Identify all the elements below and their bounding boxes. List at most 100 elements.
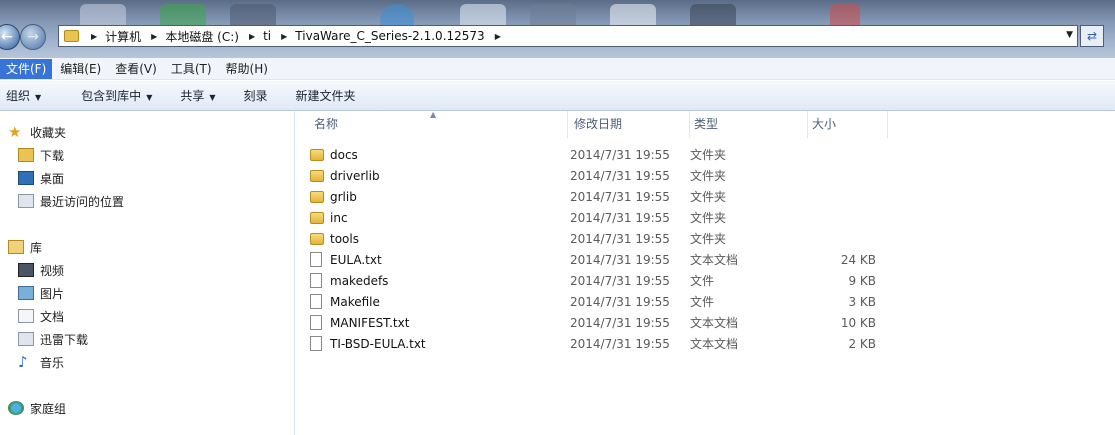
- sidebar-item-desktop[interactable]: 桌面: [18, 168, 64, 188]
- pictures-icon: [18, 286, 34, 300]
- sidebar-item-label: 家庭组: [30, 401, 67, 416]
- table-row[interactable]: TI-BSD-EULA.txt 2014/7/31 19:55 文本文档 2 KB: [310, 333, 890, 354]
- file-name: grlib: [330, 189, 357, 204]
- sidebar-item-label: 图片: [40, 286, 65, 301]
- file-name: makedefs: [330, 273, 389, 288]
- file-date: 2014/7/31 19:55: [570, 336, 670, 351]
- menu-tools[interactable]: 工具(T): [165, 59, 218, 79]
- file-type: 文件: [690, 295, 715, 309]
- breadcrumb-tivaware[interactable]: TivaWare_C_Series-2.1.0.12573: [295, 29, 484, 43]
- include-library-button[interactable]: 包含到库中 ▼: [75, 87, 158, 104]
- breadcrumb-local-disk[interactable]: 本地磁盘 (C:): [165, 28, 239, 45]
- desktop-icon: [18, 171, 34, 185]
- file-date: 2014/7/31 19:55: [570, 210, 670, 225]
- sidebar-item-label: 最近访问的位置: [40, 194, 125, 209]
- column-header-size[interactable]: 大小: [808, 111, 888, 138]
- file-date: 2014/7/31 19:55: [570, 294, 670, 309]
- text-file-icon: [310, 336, 322, 351]
- library-folder-icon: [18, 332, 34, 346]
- column-header-label: 修改日期: [574, 117, 623, 131]
- organize-button[interactable]: 组织 ▼: [0, 87, 47, 104]
- file-size: 10 KB: [840, 315, 876, 330]
- table-row[interactable]: EULA.txt 2014/7/31 19:55 文本文档 24 KB: [310, 249, 890, 270]
- sidebar-item-downloads[interactable]: 下载: [18, 145, 64, 165]
- burn-button[interactable]: 刻录: [238, 87, 274, 104]
- share-button[interactable]: 共享 ▼: [174, 87, 221, 104]
- organize-label: 组织: [6, 89, 31, 103]
- folder-icon: [310, 148, 324, 161]
- table-row[interactable]: grlib 2014/7/31 19:55 文件夹: [310, 186, 890, 207]
- breadcrumb-computer[interactable]: 计算机: [105, 28, 141, 45]
- chevron-right-icon[interactable]: ▶: [249, 32, 255, 41]
- chevron-down-icon[interactable]: ▼: [1066, 30, 1073, 40]
- navigation-pane: ★ 收藏夹 下载 桌面 最近访问的位置 库 视频 图片 文档 迅雷下载 ♪ 音乐…: [0, 111, 295, 435]
- music-icon: ♪: [18, 353, 28, 371]
- homegroup-icon: [8, 401, 24, 415]
- breadcrumb-ti[interactable]: ti: [263, 29, 271, 43]
- forward-button[interactable]: →: [20, 24, 46, 50]
- folder-icon: [310, 211, 324, 224]
- menu-edit[interactable]: 编辑(E): [54, 59, 107, 79]
- back-button[interactable]: ←: [0, 24, 20, 50]
- menu-file[interactable]: 文件(F): [0, 58, 53, 79]
- file-type: 文件夹: [690, 148, 727, 162]
- sidebar-item-music[interactable]: ♪ 音乐: [18, 352, 64, 372]
- file-size: 24 KB: [840, 252, 876, 267]
- table-row[interactable]: Makefile 2014/7/31 19:55 文件 3 KB: [310, 291, 890, 312]
- file-size: 3 KB: [848, 294, 876, 309]
- window-titlebar: ← → ▶ 计算机 ▶ 本地磁盘 (C:) ▶ ti ▶ TivaWare_C_…: [0, 0, 1115, 58]
- chevron-right-icon[interactable]: ▶: [495, 32, 501, 41]
- table-row[interactable]: docs 2014/7/31 19:55 文件夹: [310, 144, 890, 165]
- menu-help[interactable]: 帮助(H): [220, 59, 274, 79]
- refresh-button[interactable]: ⇄: [1080, 25, 1104, 47]
- command-toolbar: 组织 ▼ 包含到库中 ▼ 共享 ▼ 刻录 新建文件夹: [0, 81, 1115, 111]
- chevron-right-icon[interactable]: ▶: [281, 32, 287, 41]
- sidebar-item-favorites[interactable]: ★ 收藏夹: [8, 122, 66, 142]
- table-row[interactable]: tools 2014/7/31 19:55 文件夹: [310, 228, 890, 249]
- file-size: 9 KB: [848, 273, 876, 288]
- menu-view[interactable]: 查看(V): [109, 59, 163, 79]
- column-header-date[interactable]: 修改日期: [570, 111, 690, 138]
- table-row[interactable]: makedefs 2014/7/31 19:55 文件 9 KB: [310, 270, 890, 291]
- sidebar-item-pictures[interactable]: 图片: [18, 283, 64, 303]
- file-type: 文件夹: [690, 211, 727, 225]
- file-list: 名称 ▲ 修改日期 类型 大小 docs 2014/7/31 19:55 文件夹 dr…: [295, 110, 1115, 435]
- sidebar-item-label: 视频: [40, 263, 65, 278]
- folder-icon: [310, 232, 324, 245]
- sidebar-item-label: 下载: [40, 148, 65, 163]
- star-icon: ★: [8, 123, 22, 141]
- file-name: Makefile: [330, 294, 380, 309]
- menu-bar: 文件(F) 编辑(E) 查看(V) 工具(T) 帮助(H): [0, 58, 1115, 80]
- sidebar-item-recent-places[interactable]: 最近访问的位置: [18, 191, 124, 211]
- sidebar-item-videos[interactable]: 视频: [18, 260, 64, 280]
- share-label: 共享: [180, 89, 205, 103]
- include-library-label: 包含到库中: [81, 89, 142, 103]
- file-name: EULA.txt: [330, 252, 382, 267]
- file-type: 文件夹: [690, 232, 727, 246]
- video-icon: [18, 263, 34, 277]
- column-header-label: 名称: [314, 117, 339, 131]
- folder-icon: [310, 169, 324, 182]
- sidebar-item-label: 收藏夹: [30, 125, 67, 140]
- column-header-name[interactable]: 名称 ▲: [310, 110, 568, 138]
- address-bar[interactable]: ▶ 计算机 ▶ 本地磁盘 (C:) ▶ ti ▶ TivaWare_C_Seri…: [58, 25, 1078, 47]
- file-name: docs: [330, 147, 358, 162]
- file-type: 文本文档: [690, 337, 739, 351]
- sidebar-item-homegroup[interactable]: 家庭组: [8, 398, 66, 418]
- sidebar-item-documents[interactable]: 文档: [18, 306, 64, 326]
- sidebar-item-libraries[interactable]: 库: [8, 237, 42, 257]
- file-date: 2014/7/31 19:55: [570, 168, 670, 183]
- sidebar-item-xunlei-downloads[interactable]: 迅雷下载: [18, 329, 88, 349]
- table-row[interactable]: inc 2014/7/31 19:55 文件夹: [310, 207, 890, 228]
- file-type: 文本文档: [690, 316, 739, 330]
- chevron-right-icon[interactable]: ▶: [151, 32, 157, 41]
- column-header-type[interactable]: 类型: [690, 111, 808, 138]
- file-date: 2014/7/31 19:55: [570, 231, 670, 246]
- table-row[interactable]: MANIFEST.txt 2014/7/31 19:55 文本文档 10 KB: [310, 312, 890, 333]
- file-icon: [310, 294, 322, 309]
- table-row[interactable]: driverlib 2014/7/31 19:55 文件夹: [310, 165, 890, 186]
- chevron-right-icon: ▶: [91, 31, 98, 41]
- column-header-label: 类型: [694, 117, 719, 131]
- new-folder-button[interactable]: 新建文件夹: [290, 87, 362, 104]
- documents-icon: [18, 309, 34, 323]
